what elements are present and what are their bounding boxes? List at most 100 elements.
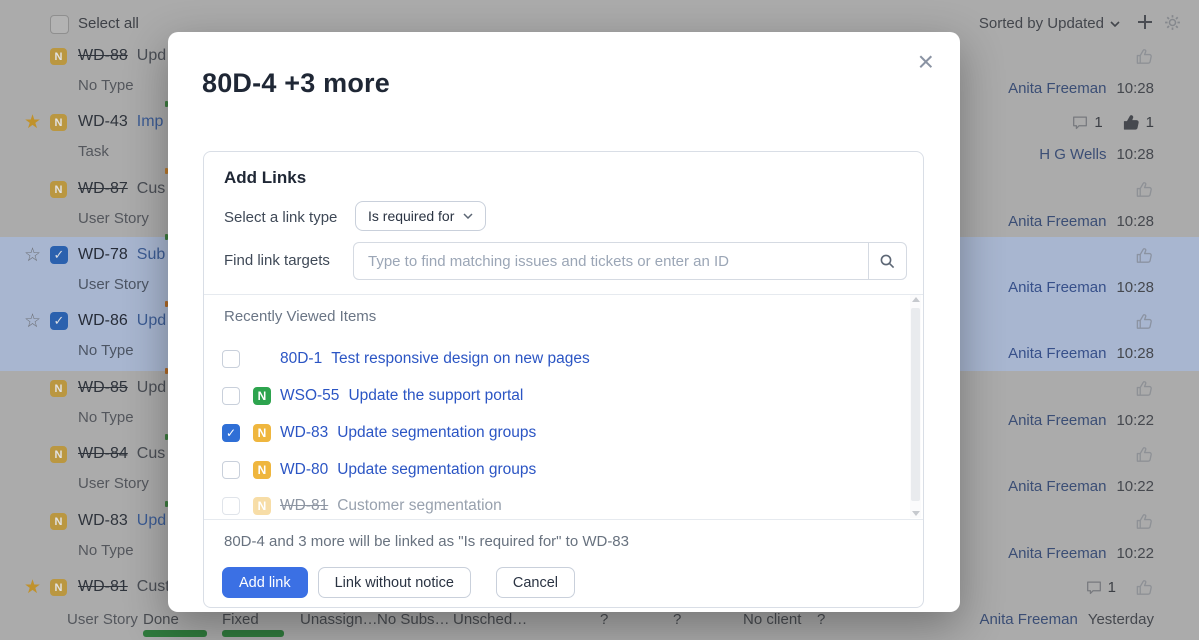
assignee-link[interactable]: Anita Freeman: [1008, 412, 1106, 429]
assignee-link[interactable]: Anita Freeman: [1008, 279, 1106, 296]
issue-type: No Type: [78, 342, 134, 359]
select-all-checkbox[interactable]: [50, 15, 69, 34]
updated-time: 10:28: [1116, 146, 1154, 163]
star-icon[interactable]: ★: [24, 577, 41, 599]
updated-time: 10:28: [1116, 80, 1154, 97]
assignee-link[interactable]: Anita Freeman: [979, 611, 1077, 628]
list-scrollbar[interactable]: [910, 295, 921, 518]
star-outline-icon[interactable]: ☆: [24, 311, 41, 333]
thumbs-up-icon[interactable]: [1135, 47, 1154, 66]
link-target-item: N WSO-55 Update the support portal: [222, 385, 523, 407]
search-icon: [879, 253, 896, 270]
close-icon[interactable]: ×: [914, 44, 938, 80]
search-input[interactable]: [354, 243, 868, 279]
item-checkbox[interactable]: [222, 461, 240, 479]
new-badge: N: [50, 380, 67, 397]
scrollbar-thumb[interactable]: [911, 308, 920, 501]
scroll-down-arrow[interactable]: [912, 511, 920, 516]
divider: [204, 294, 923, 295]
row-checkbox-checked[interactable]: ✓: [50, 312, 68, 330]
add-link-button[interactable]: Add link: [222, 567, 308, 598]
link-target-search: [353, 242, 907, 280]
gear-icon[interactable]: [1163, 13, 1182, 32]
item-title-link[interactable]: Update the support portal: [348, 387, 523, 405]
find-targets-label: Find link targets: [224, 252, 330, 269]
subscription-field: No Subs…: [377, 611, 450, 628]
issue-type: No Type: [78, 77, 134, 94]
updated-time: 10:22: [1116, 478, 1154, 495]
search-button[interactable]: [868, 243, 906, 279]
assignee-link[interactable]: Anita Freeman: [1008, 345, 1106, 362]
add-issue-icon[interactable]: [1135, 12, 1155, 32]
issue-title: Upd: [137, 379, 166, 397]
new-badge: N: [253, 424, 271, 442]
recent-items-label: Recently Viewed Items: [224, 308, 376, 325]
item-checkbox-checked[interactable]: ✓: [222, 424, 240, 442]
thumbs-up-filled-icon[interactable]: [1122, 113, 1141, 132]
chevron-down-icon: [1110, 21, 1120, 27]
cancel-button[interactable]: Cancel: [496, 567, 575, 598]
comment-count: 1: [1094, 114, 1102, 131]
issue-tracker-screen: Select all Sorted by Updated N WD-88Upd …: [0, 0, 1199, 640]
unknown-field: ?: [817, 611, 825, 628]
issue-id: WD-43: [78, 113, 128, 131]
issue-type: User Story: [78, 210, 149, 227]
dialog-title: 80D-4 +3 more: [202, 68, 390, 99]
item-checkbox[interactable]: [222, 497, 240, 515]
item-title-link[interactable]: Update segmentation groups: [337, 424, 536, 442]
status-progress-bar: [143, 630, 207, 637]
issue-type: Task: [78, 143, 109, 160]
issue-type: No Type: [78, 542, 134, 559]
resolution-progress-bar: [222, 630, 284, 637]
chevron-down-icon: [463, 213, 473, 219]
item-id-link[interactable]: WD-80: [280, 461, 328, 479]
item-id-link[interactable]: WD-81: [280, 497, 328, 515]
link-target-item-disabled: N WD-81 Customer segmentation: [222, 495, 502, 517]
scroll-up-arrow[interactable]: [912, 297, 920, 302]
thumbs-up-icon[interactable]: [1135, 578, 1154, 597]
issue-type: No Type: [78, 409, 134, 426]
comment-icon[interactable]: [1071, 114, 1089, 132]
assignee-link[interactable]: Anita Freeman: [1008, 545, 1106, 562]
item-id-link[interactable]: WD-83: [280, 424, 328, 442]
issue-title[interactable]: Upd: [137, 512, 166, 530]
assignee-link[interactable]: H G Wells: [1039, 146, 1106, 163]
assignee-link[interactable]: Anita Freeman: [1008, 478, 1106, 495]
issue-id: WD-87: [78, 180, 128, 198]
item-title-link[interactable]: Update segmentation groups: [337, 461, 536, 479]
client-field: No client: [743, 611, 801, 628]
item-title-link[interactable]: Test responsive design on new pages: [331, 350, 590, 368]
assignee-link[interactable]: Anita Freeman: [1008, 80, 1106, 97]
item-checkbox[interactable]: [222, 350, 240, 368]
assignee-link[interactable]: Anita Freeman: [1008, 213, 1106, 230]
link-type-select[interactable]: Is required for: [355, 201, 486, 231]
thumbs-up-icon[interactable]: [1135, 312, 1154, 331]
comment-icon[interactable]: [1085, 579, 1103, 597]
status-field: Done: [143, 611, 179, 628]
thumbs-up-icon[interactable]: [1135, 445, 1154, 464]
star-outline-icon[interactable]: ☆: [24, 245, 41, 267]
issue-title[interactable]: Sub: [137, 246, 165, 264]
item-id-link[interactable]: WSO-55: [280, 387, 339, 405]
issue-type: User Story: [78, 276, 149, 293]
thumbs-up-icon[interactable]: [1135, 379, 1154, 398]
issue-title[interactable]: Upd: [137, 312, 166, 330]
link-without-notice-button[interactable]: Link without notice: [318, 567, 471, 598]
like-count: 1: [1146, 114, 1154, 131]
item-checkbox[interactable]: [222, 387, 240, 405]
updated-time: 10:28: [1116, 213, 1154, 230]
star-icon[interactable]: ★: [24, 112, 41, 134]
row-checkbox-checked[interactable]: ✓: [50, 246, 68, 264]
thumbs-up-icon[interactable]: [1135, 246, 1154, 265]
issue-title: Cus: [137, 180, 165, 198]
item-title-link[interactable]: Customer segmentation: [337, 497, 502, 515]
thumbs-up-icon[interactable]: [1135, 512, 1154, 531]
thumbs-up-icon[interactable]: [1135, 180, 1154, 199]
item-id-link[interactable]: 80D-1: [280, 350, 322, 368]
issue-id: WD-86: [78, 312, 128, 330]
new-badge: N: [50, 48, 67, 65]
sort-label: Sorted by Updated: [979, 15, 1104, 32]
issue-title[interactable]: Imp: [137, 113, 164, 131]
assignee-field: Unassign…: [300, 611, 378, 628]
sort-menu[interactable]: Sorted by Updated: [979, 15, 1120, 32]
